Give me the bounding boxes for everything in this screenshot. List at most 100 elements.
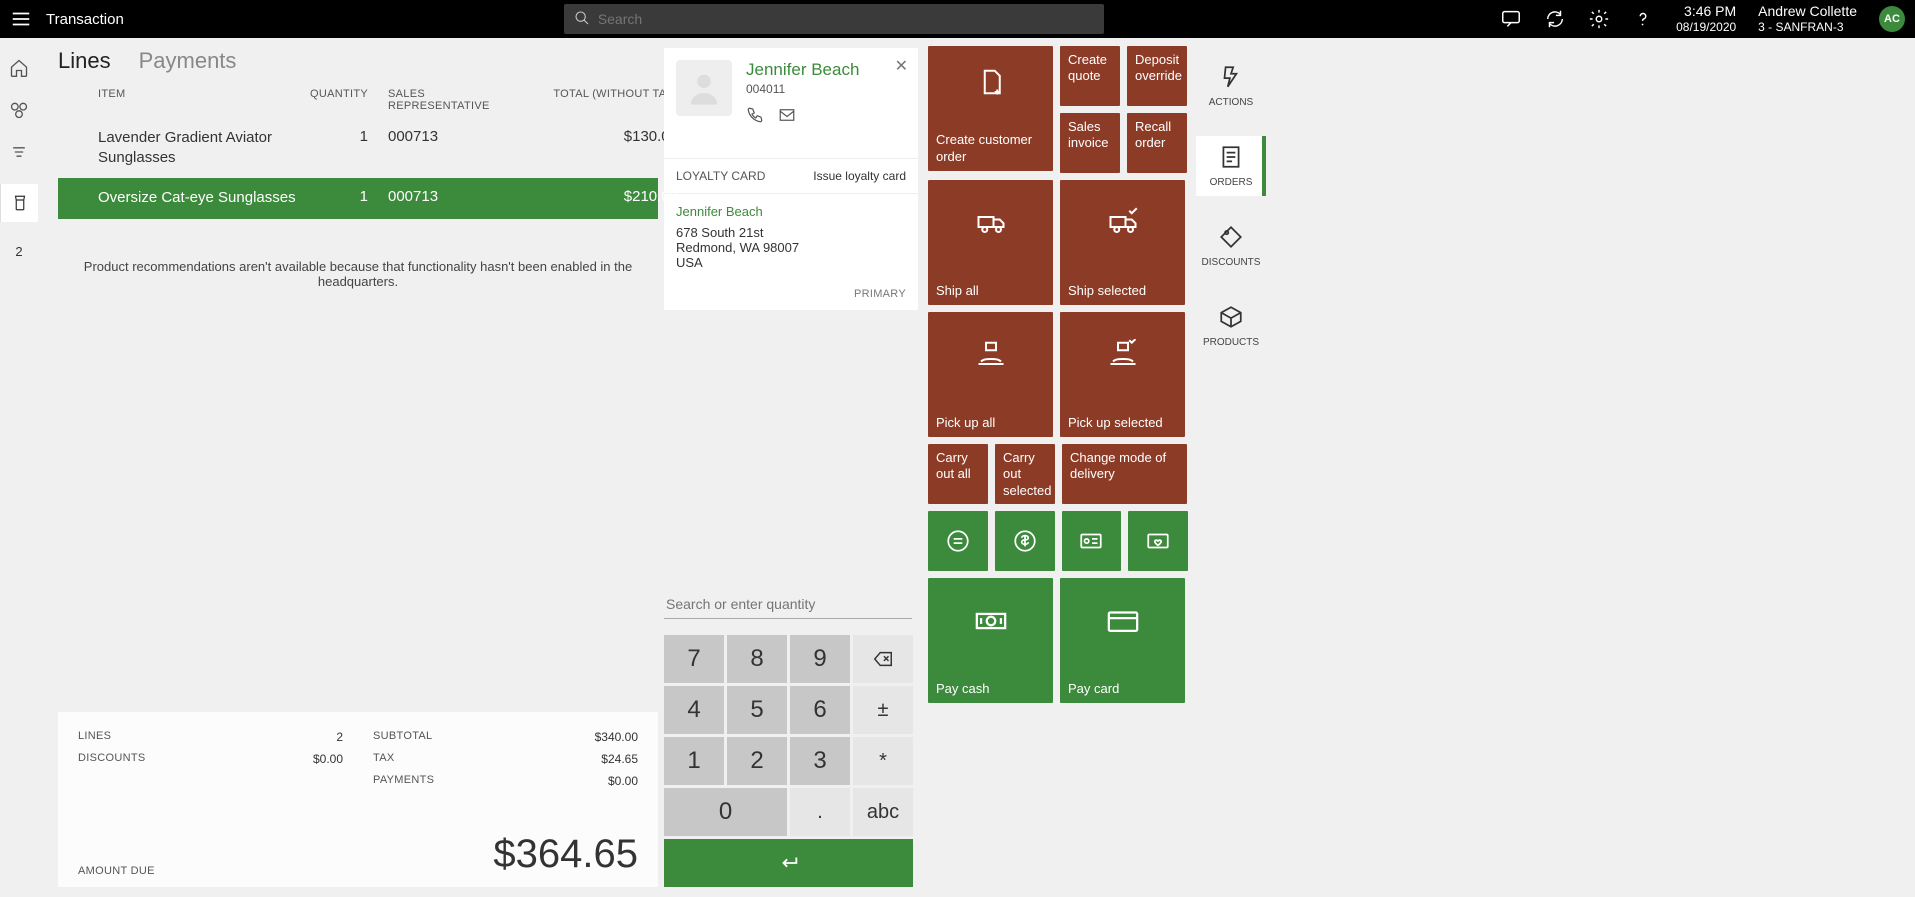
pay-cash-tile[interactable]: Pay cash — [928, 578, 1053, 703]
help-icon[interactable] — [1632, 8, 1654, 30]
address-primary-badge: PRIMARY — [676, 288, 906, 300]
recall-order-tile[interactable]: Recall order — [1127, 113, 1187, 173]
ship-selected-tile[interactable]: Ship selected — [1060, 180, 1185, 305]
carry-out-selected-tile[interactable]: Carry out selected — [995, 444, 1055, 504]
page-title: Transaction — [46, 11, 124, 28]
line-item-rep: 000713 — [368, 188, 488, 205]
pick-up-selected-tile[interactable]: Pick up selected — [1060, 312, 1185, 437]
cash-icon — [974, 604, 1008, 642]
document-add-icon — [976, 67, 1006, 101]
home-icon[interactable] — [9, 58, 29, 78]
loyalty-label: LOYALTY CARD — [676, 169, 765, 183]
keypad-plusminus[interactable]: ± — [853, 686, 913, 734]
lightning-icon — [1218, 64, 1244, 93]
truck-check-icon — [1108, 207, 1138, 241]
keypad-4[interactable]: 4 — [664, 686, 724, 734]
keypad-asterisk[interactable]: * — [853, 737, 913, 785]
customer-card[interactable]: ✕ Jennifer Beach 004011 — [664, 48, 918, 158]
line-table-header: ITEM QUANTITY SALES REPRESENTATIVE TOTAL… — [58, 82, 658, 118]
keypad-6[interactable]: 6 — [790, 686, 850, 734]
th-item: ITEM — [98, 88, 298, 112]
line-item-total: $210.00 — [488, 188, 678, 205]
chat-icon[interactable] — [1500, 8, 1522, 30]
user-info[interactable]: Andrew Collette 3 - SANFRAN-3 — [1758, 3, 1857, 34]
phone-icon[interactable] — [746, 106, 764, 127]
quantity-input[interactable] — [664, 590, 912, 619]
user-avatar[interactable]: AC — [1879, 6, 1905, 32]
email-icon[interactable] — [778, 106, 796, 127]
keypad-7[interactable]: 7 — [664, 635, 724, 683]
th-total: TOTAL (WITHOUT TAX) — [488, 88, 678, 112]
keypad-2[interactable]: 2 — [727, 737, 787, 785]
currency-tile[interactable] — [995, 511, 1055, 571]
clock-date: 08/19/2020 — [1676, 20, 1736, 34]
change-mode-delivery-tile[interactable]: Change mode of delivery — [1062, 444, 1187, 504]
lines-column: Lines Payments ITEM QUANTITY SALES REPRE… — [38, 38, 658, 897]
list-icon[interactable] — [9, 142, 29, 162]
user-name: Andrew Collette — [1758, 3, 1857, 20]
keypad-backspace[interactable] — [853, 635, 913, 683]
cart-nav-item[interactable] — [0, 184, 38, 222]
line-item-name: Oversize Cat-eye Sunglasses — [98, 188, 298, 208]
datetime-display: 3:46 PM 08/19/2020 — [1676, 3, 1736, 34]
left-nav-bar: 2 — [0, 38, 38, 897]
numeric-keypad: 7 8 9 4 5 6 ± 1 2 3 * 0 . abc — [664, 635, 918, 887]
th-sales-rep: SALES REPRESENTATIVE — [368, 88, 488, 112]
ship-all-tile[interactable]: Ship all — [928, 180, 1053, 305]
carry-out-all-tile[interactable]: Carry out all — [928, 444, 988, 504]
th-quantity: QUANTITY — [298, 88, 368, 112]
main-content: Lines Payments ITEM QUANTITY SALES REPRE… — [38, 38, 1915, 897]
keypad-1[interactable]: 1 — [664, 737, 724, 785]
discounts-value: $0.00 — [313, 752, 343, 766]
hamburger-menu-icon[interactable] — [10, 8, 32, 30]
keypad-3[interactable]: 3 — [790, 737, 850, 785]
tag-icon — [1218, 224, 1244, 253]
line-item[interactable]: Oversize Cat-eye Sunglasses 1 000713 $21… — [58, 178, 658, 219]
customer-name: Jennifer Beach — [746, 60, 859, 80]
side-tab-products[interactable]: PRODUCTS — [1196, 296, 1266, 356]
refresh-icon[interactable] — [1544, 8, 1566, 30]
keypad-5[interactable]: 5 — [727, 686, 787, 734]
keypad-9[interactable]: 9 — [790, 635, 850, 683]
side-tab-discounts[interactable]: DISCOUNTS — [1196, 216, 1266, 276]
customer-address-card[interactable]: Jennifer Beach 678 South 21st Redmond, W… — [664, 193, 918, 310]
side-tab-orders[interactable]: ORDERS — [1196, 136, 1266, 196]
card-id-tile[interactable] — [1062, 511, 1122, 571]
amount-due-label: AMOUNT DUE — [78, 865, 155, 877]
pick-up-all-tile[interactable]: Pick up all — [928, 312, 1053, 437]
gift-card-tile[interactable] — [1128, 511, 1188, 571]
close-icon[interactable]: ✕ — [895, 56, 908, 76]
keypad-enter[interactable] — [664, 839, 913, 887]
search-input[interactable] — [598, 11, 1094, 27]
hand-package-check-icon — [1108, 339, 1138, 373]
line-item-rep: 000713 — [368, 128, 488, 145]
create-quote-tile[interactable]: Create quote — [1060, 46, 1120, 106]
keypad-decimal[interactable]: . — [790, 788, 850, 836]
discounts-label: DISCOUNTS — [78, 752, 145, 766]
pay-card-tile[interactable]: Pay card — [1060, 578, 1185, 703]
cart-count: 2 — [15, 244, 22, 259]
global-search[interactable] — [564, 4, 1104, 34]
equals-tile[interactable] — [928, 511, 988, 571]
subtotal-value: $340.00 — [595, 730, 638, 744]
tab-payments[interactable]: Payments — [139, 48, 237, 74]
search-icon — [574, 10, 590, 29]
truck-icon — [976, 207, 1006, 241]
keypad-abc[interactable]: abc — [853, 788, 913, 836]
payments-value: $0.00 — [608, 774, 638, 788]
sales-invoice-tile[interactable]: Sales invoice — [1060, 113, 1120, 173]
settings-icon[interactable] — [1588, 8, 1610, 30]
deposit-override-tile[interactable]: Deposit override — [1127, 46, 1187, 106]
tab-lines[interactable]: Lines — [58, 48, 111, 74]
action-tiles-panel: Create customer order Create quote Depos… — [918, 38, 1188, 897]
keypad-0[interactable]: 0 — [664, 788, 787, 836]
lines-count-value: 2 — [336, 730, 343, 744]
line-item[interactable]: Lavender Gradient Aviator Sunglasses 1 0… — [58, 118, 658, 178]
hand-package-icon — [976, 339, 1006, 373]
side-tab-actions[interactable]: ACTIONS — [1196, 56, 1266, 116]
keypad-8[interactable]: 8 — [727, 635, 787, 683]
issue-loyalty-link[interactable]: Issue loyalty card — [813, 169, 906, 183]
create-customer-order-tile[interactable]: Create customer order — [928, 46, 1053, 171]
line-item-qty: 1 — [298, 188, 368, 205]
catalog-icon[interactable] — [9, 100, 29, 120]
